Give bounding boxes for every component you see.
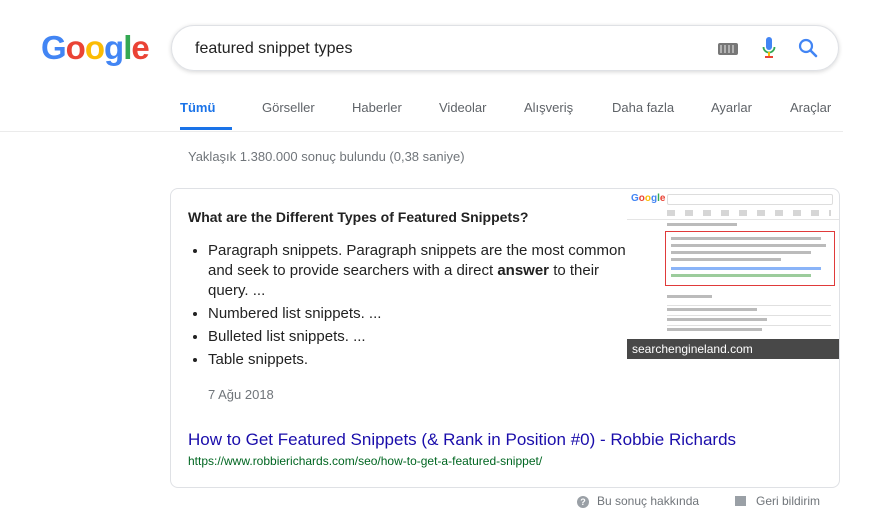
tab-settings[interactable]: Ayarlar (711, 100, 752, 115)
feedback-link[interactable]: Geri bildirim (756, 494, 820, 508)
thumbnail-caption: searchengineland.com (632, 342, 753, 356)
thumbnail-divider (627, 219, 839, 220)
tab-news[interactable]: Haberler (352, 100, 402, 115)
featured-snippet-card: What are the Different Types of Featured… (170, 188, 840, 488)
thumbnail-search-bar (667, 194, 833, 205)
keyboard-icon[interactable] (718, 43, 738, 55)
tabs-divider (0, 131, 843, 132)
about-result-link[interactable]: Bu sonuç hakkında (597, 494, 699, 508)
thumbnail-caption-bar: searchengineland.com (627, 339, 839, 359)
result-url: https://www.robbierichards.com/seo/how-t… (188, 454, 543, 468)
thumbnail-text (667, 328, 762, 331)
snippet-heading: What are the Different Types of Featured… (188, 209, 529, 225)
thumbnail-text (667, 318, 767, 321)
logo-letter: o (65, 29, 86, 66)
thumbnail-text (667, 295, 712, 298)
feedback-icon[interactable] (735, 496, 746, 506)
thumbnail-text (671, 237, 821, 240)
active-tab-indicator (180, 127, 232, 130)
thumbnail-divider (667, 325, 831, 326)
microphone-icon[interactable] (762, 36, 776, 65)
thumbnail-divider (667, 315, 831, 316)
result-title-link[interactable]: How to Get Featured Snippets (& Rank in … (188, 430, 736, 450)
list-item: Bulleted list snippets. ... (208, 327, 628, 347)
snippet-date: 7 Ağu 2018 (208, 387, 274, 402)
list-item: Numbered list snippets. ... (208, 304, 628, 324)
tab-all[interactable]: Tümü (180, 100, 215, 115)
google-logo[interactable]: Google (41, 28, 150, 68)
thumbnail-text (671, 244, 826, 247)
thumbnail-text (671, 258, 781, 261)
tab-shopping[interactable]: Alışveriş (524, 100, 573, 115)
logo-letter: G (41, 29, 67, 66)
tab-tools[interactable]: Araçlar (790, 100, 831, 115)
logo-letter: o (84, 29, 105, 66)
thumbnail-tabs (667, 210, 831, 216)
help-icon[interactable]: ? (577, 496, 589, 508)
logo-letter: e (131, 29, 149, 66)
result-stats: Yaklaşık 1.380.000 sonuç bulundu (0,38 s… (188, 149, 465, 164)
thumbnail-text (671, 251, 811, 254)
thumbnail-text (671, 267, 821, 270)
tab-more[interactable]: Daha fazla (612, 100, 674, 115)
list-item-highlight: answer (497, 262, 550, 279)
search-box[interactable] (171, 25, 839, 71)
logo-letter: g (104, 29, 124, 66)
snippet-list: Paragraph snippets. Paragraph snippets a… (188, 241, 628, 373)
tab-videos[interactable]: Videolar (439, 100, 486, 115)
thumbnail-divider (667, 305, 831, 306)
search-tabs: Tümü Görseller Haberler Videolar Alışver… (0, 100, 870, 130)
thumbnail-text (667, 223, 737, 226)
list-item: Paragraph snippets. Paragraph snippets a… (208, 241, 628, 301)
thumbnail-text (671, 274, 811, 277)
list-item: Table snippets. (208, 350, 628, 370)
tab-images[interactable]: Görseller (262, 100, 315, 115)
thumbnail-logo: Google (631, 193, 666, 204)
thumbnail-text (667, 308, 757, 311)
search-icon[interactable] (797, 37, 819, 64)
snippet-thumbnail[interactable]: Google searchengineland.com (627, 189, 839, 359)
search-input[interactable] (193, 36, 697, 62)
